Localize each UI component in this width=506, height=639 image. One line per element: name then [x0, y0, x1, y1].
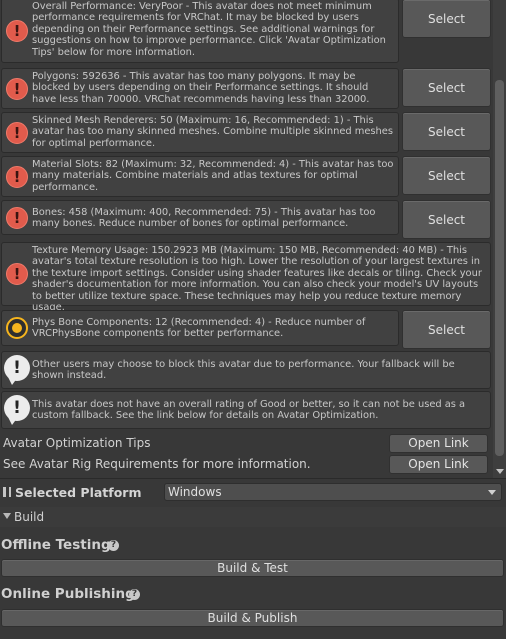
select-button-phys-bone[interactable]: Select [402, 310, 491, 349]
validation-message-overall-performance: ! Overall Performance: VeryPoor - This a… [1, 0, 399, 63]
warning-icon [6, 317, 28, 339]
platform-windows-icon [3, 487, 11, 497]
error-icon: ! [6, 165, 28, 188]
info-speech-bubble-icon: ! [4, 395, 30, 425]
error-icon: ! [6, 19, 28, 42]
validation-message-material-slots: ! Material Slots: 82 (Maximum: 32, Recom… [1, 156, 399, 197]
vertical-scrollbar[interactable] [493, 0, 506, 478]
select-button-polygons[interactable]: Select [402, 68, 491, 107]
build-foldout-label: Build [14, 510, 45, 524]
rig-requirements-label: See Avatar Rig Requirements for more inf… [3, 457, 311, 471]
message-text: Material Slots: 82 (Maximum: 32, Recomme… [32, 159, 394, 193]
foldout-triangle-icon[interactable] [3, 513, 11, 519]
message-text: Texture Memory Usage: 150.2923 MB (Maxim… [32, 245, 482, 314]
validation-scroll-area[interactable]: ! Overall Performance: VeryPoor - This a… [0, 0, 506, 478]
select-button-skinned-mesh-renderers[interactable]: Select [402, 112, 491, 151]
select-button-overall-performance[interactable]: Select [402, 0, 491, 38]
validation-message-phys-bone: Phys Bone Components: 12 (Recommended: 4… [1, 310, 399, 346]
error-icon: ! [6, 263, 28, 285]
optimization-tips-label: Avatar Optimization Tips [3, 436, 151, 450]
scrollbar-thumb[interactable] [495, 80, 504, 456]
platform-dropdown-value: Windows [168, 485, 222, 499]
build-and-test-button[interactable]: Build & Test [1, 559, 504, 577]
error-icon: ! [6, 206, 28, 229]
online-publishing-title: Online Publishing [1, 586, 135, 602]
help-icon[interactable]: ? [129, 589, 140, 600]
message-text: Polygons: 592636 - This avatar has too m… [32, 71, 370, 105]
error-icon: ! [6, 121, 28, 144]
message-text: Phys Bone Components: 12 (Recommended: 4… [32, 317, 366, 340]
help-icon[interactable]: ? [108, 540, 119, 551]
message-text: Overall Performance: VeryPoor - This ava… [32, 1, 386, 58]
message-text: Skinned Mesh Renderers: 50 (Maximum: 16,… [32, 115, 393, 149]
message-text: This avatar does not have an overall rat… [32, 399, 466, 422]
open-link-rig-requirements-button[interactable]: Open Link [389, 455, 488, 474]
select-button-material-slots[interactable]: Select [402, 156, 491, 195]
validation-message-texture-memory: ! Texture Memory Usage: 150.2923 MB (Max… [1, 242, 491, 313]
build-and-publish-button[interactable]: Build & Publish [1, 609, 504, 627]
message-text: Other users may choose to block this ava… [32, 359, 455, 382]
validation-message-polygons: ! Polygons: 592636 - This avatar has too… [1, 68, 399, 109]
error-icon: ! [6, 77, 28, 100]
validation-message-skinned-mesh-renderers: ! Skinned Mesh Renderers: 50 (Maximum: 1… [1, 112, 399, 153]
scroll-down-arrow-icon[interactable] [496, 469, 504, 474]
validation-message-bones: ! Bones: 458 (Maximum: 400, Recommended:… [1, 200, 399, 235]
open-link-optimization-tips-button[interactable]: Open Link [389, 434, 488, 453]
validation-message-block-info: ! Other users may choose to block this a… [1, 351, 491, 389]
build-foldout-header[interactable]: Build [0, 507, 506, 527]
validation-message-fallback-info: ! This avatar does not have an overall r… [1, 391, 491, 429]
divider [0, 478, 506, 479]
offline-testing-title: Offline Testing [1, 537, 111, 553]
platform-dropdown[interactable]: Windows [164, 483, 502, 501]
selected-platform-label: Selected Platform [15, 485, 142, 500]
info-speech-bubble-icon: ! [4, 355, 30, 385]
chevron-down-icon [488, 490, 496, 495]
selected-platform-row: Selected Platform Windows [0, 481, 506, 503]
message-text: Bones: 458 (Maximum: 400, Recommended: 7… [32, 207, 376, 230]
select-button-bones[interactable]: Select [402, 200, 491, 239]
